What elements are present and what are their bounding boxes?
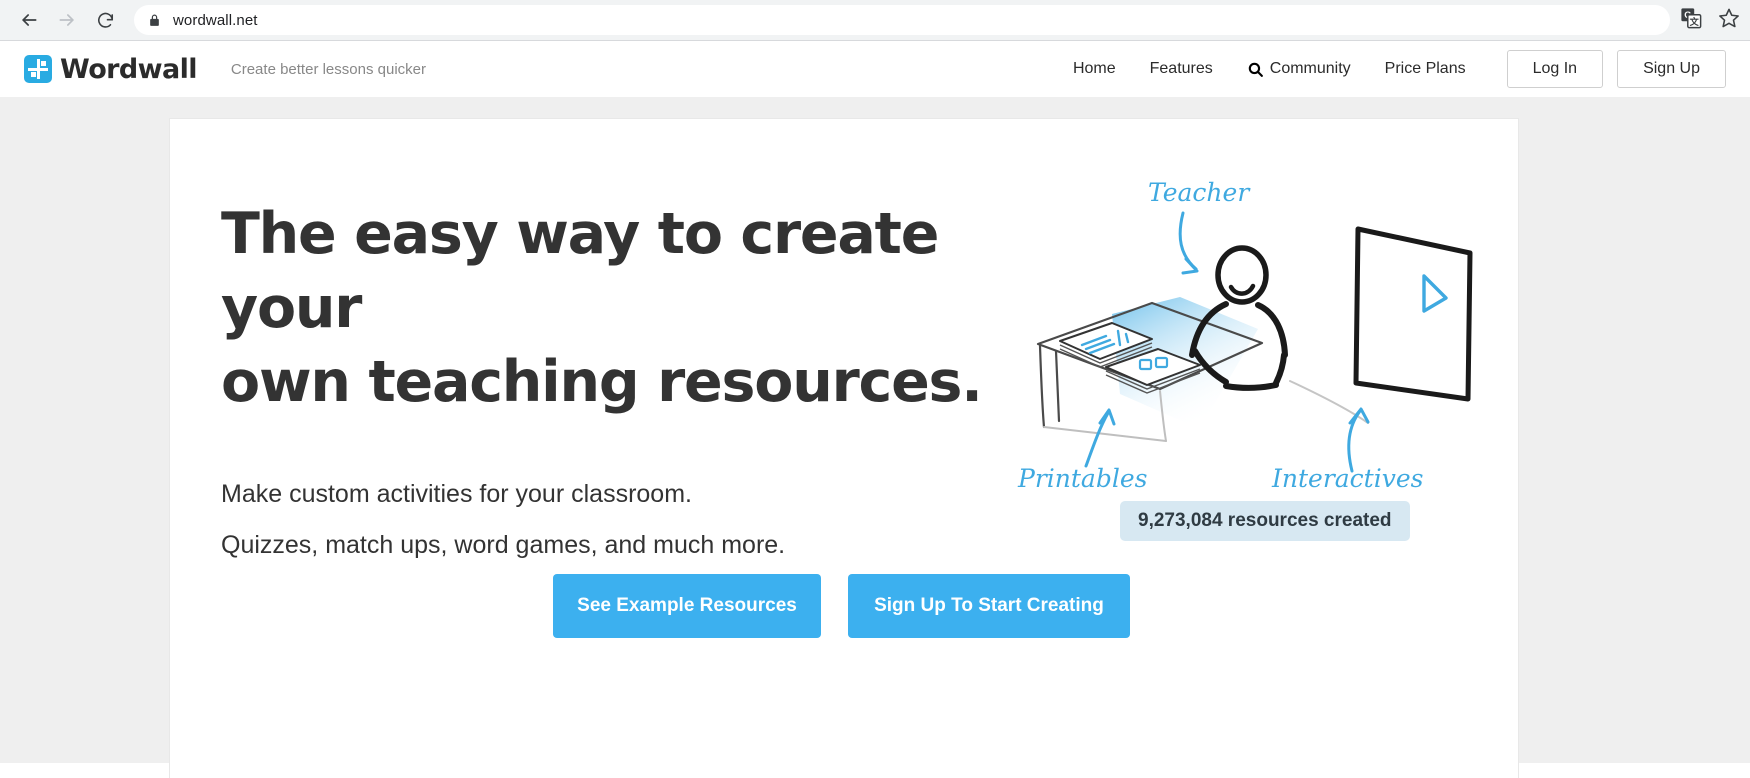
address-bar[interactable]: wordwall.net bbox=[134, 5, 1670, 35]
nav-item-home[interactable]: Home bbox=[1056, 60, 1133, 78]
nav-item-price-plans-label: Price Plans bbox=[1384, 60, 1466, 77]
log-in-button[interactable]: Log In bbox=[1506, 50, 1604, 88]
nav-item-price-plans[interactable]: Price Plans bbox=[1368, 60, 1483, 78]
label-printables-text: Printables bbox=[1017, 464, 1147, 489]
forward-button[interactable] bbox=[48, 1, 86, 39]
star-icon[interactable] bbox=[1718, 7, 1740, 34]
hero-subtitle-line-2: Quizzes, match ups, word games, and much… bbox=[221, 531, 786, 559]
nav-item-community[interactable]: Community bbox=[1230, 60, 1368, 78]
nav-item-features[interactable]: Features bbox=[1133, 60, 1230, 78]
label-interactives-text: Interactives bbox=[1271, 464, 1423, 489]
reload-icon bbox=[96, 11, 115, 30]
nav-item-home-label: Home bbox=[1072, 60, 1116, 77]
svg-text:文: 文 bbox=[1690, 15, 1700, 26]
hero-title: The easy way to create your own teaching… bbox=[221, 197, 1011, 419]
see-example-resources-button[interactable]: See Example Resources bbox=[553, 574, 821, 638]
url-text: wordwall.net bbox=[173, 11, 258, 29]
hero-title-line-2: own teaching resources. bbox=[221, 349, 983, 415]
google-translate-icon[interactable]: G 文 bbox=[1680, 7, 1702, 34]
header-auth-buttons: Log In Sign Up bbox=[1506, 50, 1726, 88]
site-header: Wordwall Create better lessons quicker H… bbox=[0, 41, 1750, 97]
sign-up-button[interactable]: Sign Up bbox=[1617, 50, 1726, 88]
lock-icon bbox=[148, 13, 161, 28]
nav-item-features-label: Features bbox=[1149, 60, 1213, 77]
hero-section: The easy way to create your own teaching… bbox=[170, 119, 1518, 778]
browser-toolbar: wordwall.net G 文 bbox=[0, 0, 1750, 40]
brand-name: Wordwall bbox=[60, 53, 197, 85]
brand-logo[interactable]: Wordwall bbox=[24, 54, 197, 85]
hero-subtitle-line-1: Make custom activities for your classroo… bbox=[221, 480, 692, 508]
forward-arrow-icon bbox=[57, 10, 77, 30]
page-background: The easy way to create your own teaching… bbox=[0, 97, 1750, 778]
back-arrow-icon bbox=[19, 10, 39, 30]
label-teacher-text: Teacher bbox=[1148, 179, 1251, 207]
nav-item-community-label: Community bbox=[1269, 60, 1351, 77]
hero-text-block: The easy way to create your own teaching… bbox=[221, 197, 1011, 571]
teacher-classroom-illustration: Teacher Printables Interactives bbox=[1000, 179, 1500, 489]
browser-action-icons: G 文 bbox=[1680, 7, 1740, 34]
wordwall-logo-icon bbox=[24, 55, 52, 83]
reload-button[interactable] bbox=[86, 1, 124, 39]
back-button[interactable] bbox=[10, 1, 48, 39]
main-navigation: Home Features Community Price Plans bbox=[1056, 60, 1483, 78]
hero-card: The easy way to create your own teaching… bbox=[169, 118, 1519, 778]
hero-subtitle: Make custom activities for your classroo… bbox=[221, 469, 1011, 571]
search-icon bbox=[1247, 61, 1264, 78]
sign-up-to-start-creating-button[interactable]: Sign Up To Start Creating bbox=[848, 574, 1130, 638]
tagline: Create better lessons quicker bbox=[230, 60, 426, 78]
cta-button-row: See Example Resources Sign Up To Start C… bbox=[553, 574, 1130, 638]
hero-title-line-1: The easy way to create your bbox=[221, 201, 939, 341]
resources-created-badge: 9,273,084 resources created bbox=[1120, 501, 1410, 541]
